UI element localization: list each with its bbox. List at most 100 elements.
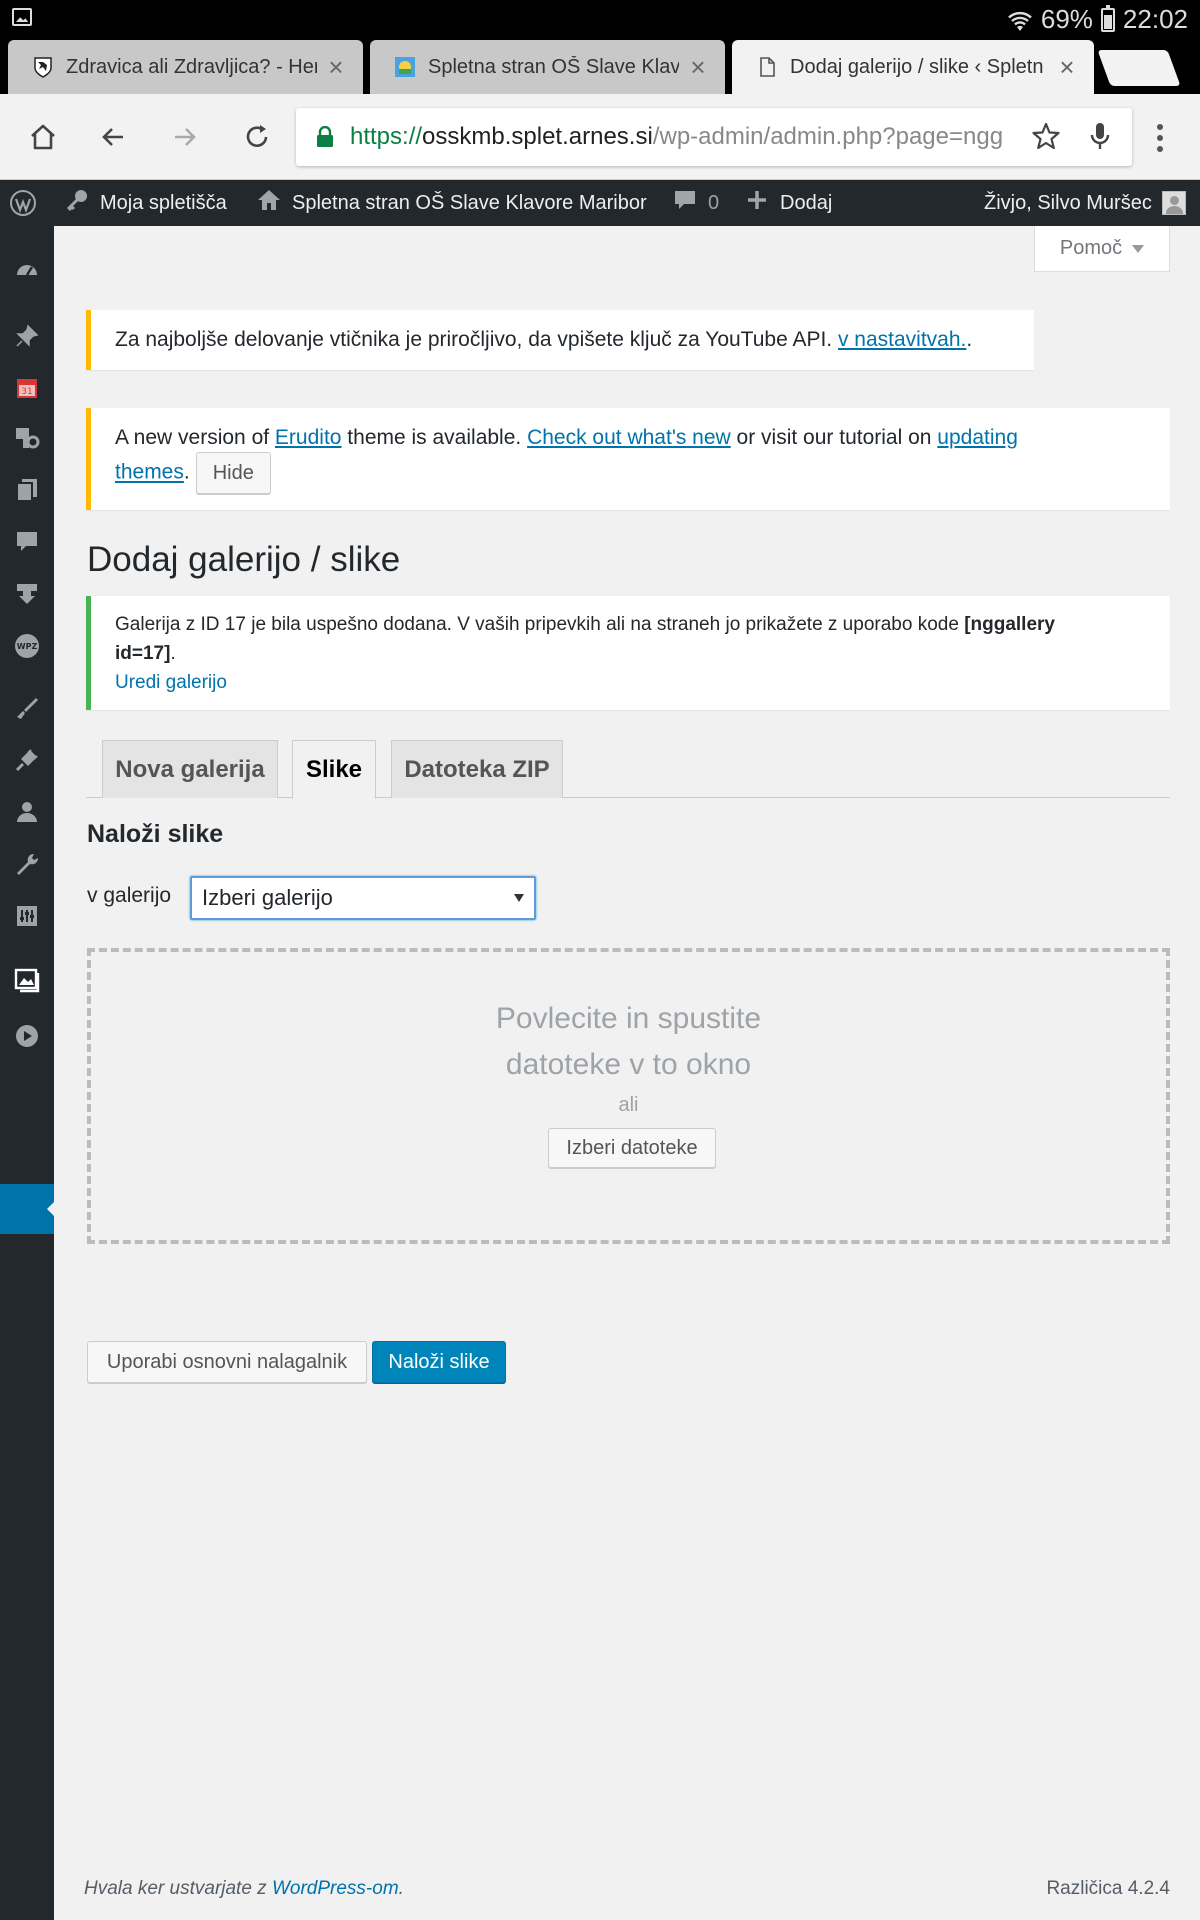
back-icon[interactable] <box>90 114 136 160</box>
download-icon[interactable] <box>13 580 41 608</box>
tab-title: Dodaj galerijo / slike ‹ Spletn <box>790 55 1044 78</box>
comments-menu[interactable]: 0 <box>672 180 719 226</box>
tab-images[interactable]: Slike <box>292 740 376 799</box>
play-icon[interactable] <box>13 1022 41 1050</box>
svg-text:31: 31 <box>21 387 32 397</box>
my-sites-menu[interactable]: Moja spletišča <box>64 180 227 226</box>
forward-icon[interactable] <box>162 114 208 160</box>
choose-files-button[interactable]: Izberi datoteke <box>548 1128 716 1168</box>
gallery-select-value: Izberi galerijo <box>202 885 333 910</box>
media-icon[interactable] <box>13 424 41 452</box>
footer-version: Različica 4.2.4 <box>1046 1878 1170 1899</box>
coat-of-arms-icon <box>32 56 54 78</box>
comment-bubble-icon <box>672 187 698 219</box>
my-sites-label: Moja spletišča <box>100 191 227 214</box>
close-icon[interactable]: × <box>325 52 347 83</box>
lock-icon <box>316 125 334 148</box>
comments-count: 0 <box>708 191 720 214</box>
key-icon <box>64 187 90 219</box>
tab-new-gallery[interactable]: Nova galerija <box>102 740 278 798</box>
browser-tab-1[interactable]: Zdravica ali Zdravljica? - Heri × <box>8 40 363 94</box>
basic-uploader-button[interactable]: Uporabi osnovni nalagalnik <box>87 1341 367 1383</box>
sidebar-active-indicator <box>0 1184 55 1234</box>
battery-icon <box>1100 4 1115 32</box>
home-icon[interactable] <box>20 114 66 160</box>
wp-admin-bar: Moja spletišča Spletna stran OŠ Slave Kl… <box>0 180 1200 226</box>
success-notice: Galerija z ID 17 je bila uspešno dodana.… <box>86 596 1170 710</box>
address-bar[interactable]: https://osskmb.splet.arnes.si/wp-admin/a… <box>296 108 1132 166</box>
themes-link[interactable]: themes <box>115 461 184 484</box>
site-name-label: Spletna stran OŠ Slave Klavore Maribor <box>292 191 647 214</box>
upload-images-button[interactable]: Naloži slike <box>372 1341 506 1383</box>
microphone-icon[interactable] <box>1084 120 1116 157</box>
upload-heading: Naloži slike <box>87 820 224 848</box>
wordpress-logo-icon[interactable] <box>10 180 36 226</box>
admin-sidebar: 31 WPZ <box>0 226 55 1920</box>
updating-link[interactable]: updating <box>937 426 1018 449</box>
upload-tabs: Nova galerija Slike Datoteka ZIP <box>86 740 1170 799</box>
browser-tab-2[interactable]: Spletna stran OŠ Slave Klavo × <box>370 40 725 94</box>
clock: 22:02 <box>1122 4 1188 34</box>
settings-link[interactable]: v nastavitvah. <box>838 328 966 351</box>
battery-percent: 69% <box>1040 4 1093 34</box>
wordpress-link[interactable]: WordPress-om <box>272 1878 399 1899</box>
gallery-select[interactable]: Izberi galerijo <box>190 876 536 920</box>
comments-icon[interactable] <box>13 528 41 556</box>
add-new-menu[interactable]: Dodaj <box>744 180 832 226</box>
tab-zip-file[interactable]: Datoteka ZIP <box>391 740 563 798</box>
tab-title: Spletna stran OŠ Slave Klavo <box>428 55 679 78</box>
plugins-icon[interactable] <box>13 746 41 774</box>
erudito-link[interactable]: Erudito <box>275 426 342 449</box>
page-title: Dodaj galerijo / slike <box>87 540 401 579</box>
avatar <box>1161 191 1186 215</box>
url-text: https://osskmb.splet.arnes.si/wp-admin/a… <box>350 123 1004 150</box>
drop-instructions: Povlecite in spustite datoteke v to okno <box>495 1002 762 1081</box>
gallery-icon[interactable] <box>13 966 41 994</box>
browser-tab-strip: Zdravica ali Zdravljica? - Heri × Spletn… <box>0 36 1200 94</box>
footer-thanks: Hvala ker ustvarjate z WordPress-om. <box>84 1878 404 1899</box>
image-notification-icon <box>12 8 32 26</box>
browser-tab-3-active[interactable]: Dodaj galerijo / slike ‹ Spletn × <box>732 40 1094 94</box>
help-label: Pomoč <box>1059 237 1123 259</box>
site-name-menu[interactable]: Spletna stran OŠ Slave Klavore Maribor <box>256 180 647 226</box>
whats-new-link[interactable]: Check out what's new <box>527 426 731 449</box>
close-icon[interactable]: × <box>1056 52 1078 83</box>
plus-icon <box>744 187 770 219</box>
drop-zone[interactable]: Povlecite in spustite datoteke v to okno… <box>87 948 1170 1244</box>
new-tab-button[interactable] <box>1097 50 1181 86</box>
greeting-label: Živjo, Silvo Muršec <box>984 191 1152 214</box>
wpz-icon[interactable]: WPZ <box>13 632 41 660</box>
bookmark-star-icon[interactable] <box>1030 120 1062 157</box>
help-button[interactable]: Pomoč <box>1034 226 1170 272</box>
dashboard-icon[interactable] <box>13 256 41 284</box>
house-icon <box>256 187 282 219</box>
chevron-down-icon <box>1132 244 1145 253</box>
browser-toolbar: https://osskmb.splet.arnes.si/wp-admin/a… <box>0 94 1200 180</box>
tools-icon[interactable] <box>13 850 41 878</box>
users-icon[interactable] <box>13 798 41 826</box>
page-icon <box>756 56 778 78</box>
more-menu-icon[interactable] <box>1150 118 1170 158</box>
tab-title: Zdravica ali Zdravljica? - Heri <box>66 55 317 78</box>
hide-button[interactable]: Hide <box>195 452 271 494</box>
pages-icon[interactable] <box>13 476 41 504</box>
wifi-icon <box>1007 9 1033 31</box>
add-new-label: Dodaj <box>780 191 833 214</box>
theme-update-notice: A new version of Erudito theme is availa… <box>86 408 1170 510</box>
settings-icon[interactable] <box>13 902 41 930</box>
or-label: ali <box>618 1094 639 1116</box>
appearance-icon[interactable] <box>13 694 41 722</box>
calendar-icon[interactable]: 31 <box>13 374 41 402</box>
dropdown-arrow-icon <box>514 894 524 902</box>
reload-icon[interactable] <box>234 114 280 160</box>
youtube-api-notice: Za najboljše delovanje vtičnika je priro… <box>86 310 1034 370</box>
edit-gallery-link[interactable]: Uredi galerijo <box>115 672 227 693</box>
close-icon[interactable]: × <box>687 52 709 83</box>
account-menu[interactable]: Živjo, Silvo Muršec <box>984 180 1186 226</box>
school-logo-icon <box>394 56 416 78</box>
notice-text: Za najboljše delovanje vtičnika je priro… <box>115 328 838 351</box>
shortcode: [nggallery <box>964 614 1055 635</box>
gallery-label: v galerijo <box>87 884 172 907</box>
pin-icon[interactable] <box>13 322 41 350</box>
status-bar: 69% 22:02 <box>0 0 1200 36</box>
